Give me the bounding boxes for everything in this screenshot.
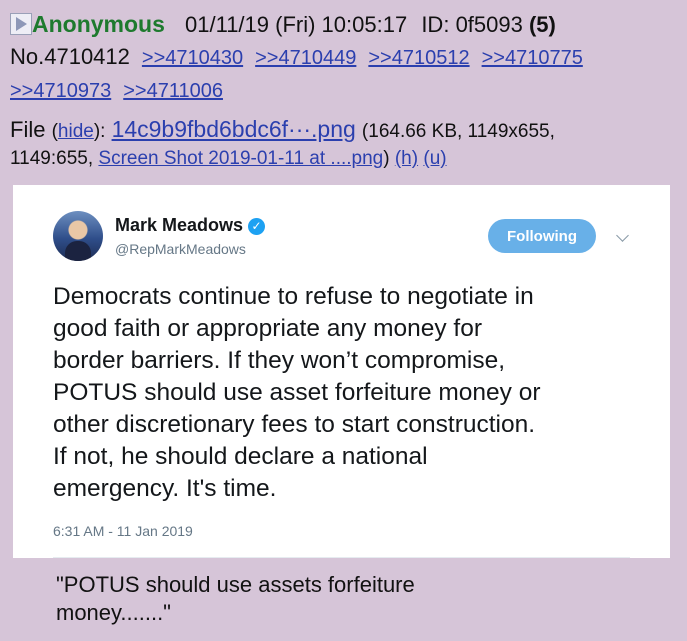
file-name-link[interactable]: 14c9b9fbd6bdc6f···.png [112,116,356,142]
tweet-text-line: other discretionary fees to start constr… [53,411,536,438]
avatar [53,211,103,261]
original-filename-link[interactable]: Screen Shot 2019-01-11 at ....png [98,148,383,169]
chevron-down-icon [616,229,629,242]
reply-links-row: >>4710973 >>4711006 [10,78,235,104]
reply-link[interactable]: >>4710973 [10,80,111,102]
id-label: ID: [421,12,450,37]
tweet-author-name: Mark Meadows [115,215,244,235]
tweet-handle: @RepMarkMeadows [115,241,246,257]
post-number[interactable]: No.4710412 [10,44,130,69]
reply-link[interactable]: >>4711006 [123,80,223,102]
tweet-text-line: POTUS should use asset forfeiture money … [53,379,541,406]
tweet-screenshot-image[interactable]: Mark Meadows ✓ @RepMarkMeadows Following … [13,185,670,558]
reply-link[interactable]: >>4710512 [368,47,469,69]
poster-name: Anonymous [32,11,165,37]
post-number-row: No.4710412 >>4710430 >>4710449 >>4710512 >>4… [10,44,595,71]
tweet-divider [53,557,630,558]
file-info-continued: 1149:655, Screen Shot 2019-01-11 at ....… [10,148,447,169]
following-button: Following [488,219,596,253]
file-label: File [10,117,46,142]
reply-link[interactable]: >>4710775 [482,47,583,69]
poster-id[interactable]: 0f5093 [456,12,523,37]
u-link[interactable]: (u) [423,148,446,169]
tweet-text-line: If not, he should declare a national [53,443,428,470]
file-dimensions: 1149:655, [10,148,94,169]
hide-link[interactable]: hide [58,121,94,142]
post-date: 01/11/19 (Fri) 10:05:17 [185,12,408,37]
verified-icon: ✓ [248,218,266,235]
expand-triangle-icon[interactable] [10,13,32,35]
id-post-count: (5) [528,12,556,37]
reply-link[interactable]: >>4710430 [142,47,243,69]
file-info: File (hide): 14c9b9fbd6bdc6f···.png (164… [10,116,555,142]
h-link[interactable]: (h) [395,148,418,169]
tweet-text-line: border barriers. If they won’t compromis… [53,347,506,374]
post-comment-line: "POTUS should use assets forfeiture [56,572,415,597]
post: Anonymous 01/11/19 (Fri) 10:05:17 ID: 0f… [0,0,687,641]
tweet-text-line: Democrats continue to refuse to negotiat… [53,283,534,310]
tweet-text-line: emergency. It's time. [53,475,277,502]
tweet-text-line: good faith or appropriate any money for [53,315,483,342]
tweet-timestamp: 6:31 AM - 11 Jan 2019 [53,523,193,539]
post-header: Anonymous 01/11/19 (Fri) 10:05:17 ID: 0f… [10,11,556,38]
tweet-author: Mark Meadows ✓ [115,215,266,236]
reply-link[interactable]: >>4710449 [255,47,356,69]
post-comment-line: money......." [56,600,171,625]
file-details: (164.66 KB, 1149x655, [361,121,555,142]
